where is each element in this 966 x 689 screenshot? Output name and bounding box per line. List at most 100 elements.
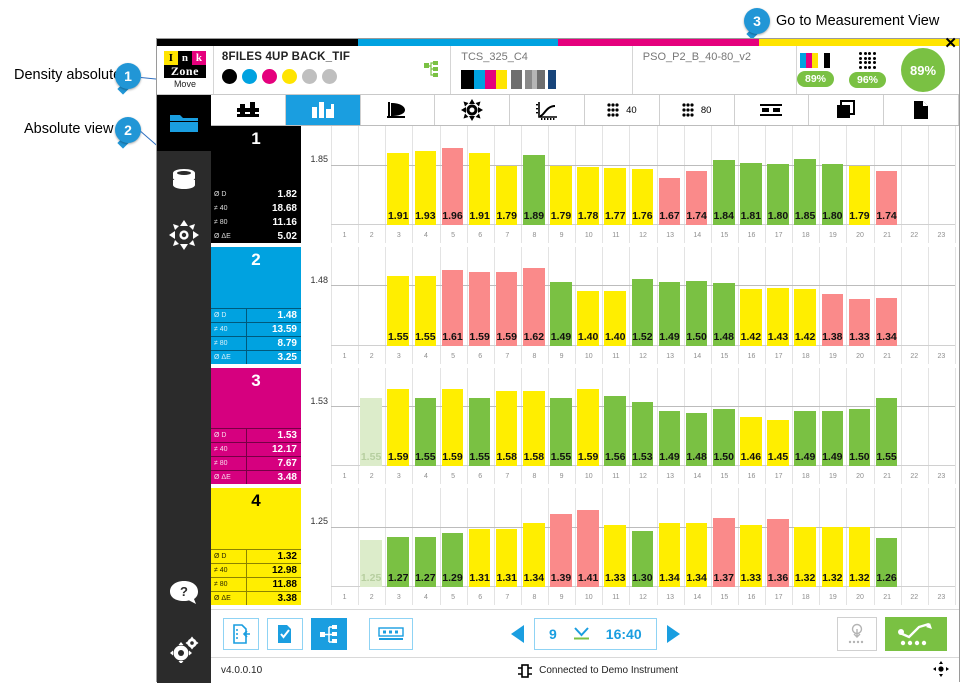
- chart-bar[interactable]: 1.93: [414, 150, 437, 225]
- chart-bar[interactable]: 1.32: [794, 527, 816, 587]
- chart-bar[interactable]: 1.79: [848, 165, 871, 225]
- chart-bar[interactable]: 1.89: [523, 155, 545, 225]
- chart-bar[interactable]: 1.49: [658, 282, 681, 346]
- prev-arrow-icon[interactable]: [511, 624, 524, 643]
- chart-bar[interactable]: 1.48: [713, 283, 735, 346]
- tab-overlay[interactable]: [809, 95, 885, 125]
- chart-bar[interactable]: 1.59: [577, 389, 599, 467]
- chart-bar[interactable]: 1.80: [821, 164, 844, 225]
- chart-bar[interactable]: 1.49: [550, 282, 572, 346]
- chart-bar[interactable]: 1.45: [767, 419, 789, 467]
- chart-bar[interactable]: 1.53: [631, 402, 654, 467]
- chart-bar[interactable]: 1.40: [604, 291, 626, 346]
- chart-bar[interactable]: 1.55: [414, 397, 437, 467]
- channel-panel[interactable]: 3 Ø D 1.53 ≠ 40 12.17 ≠ 80 7.67 Ø ΔE 3.48: [211, 367, 301, 485]
- chart-bar[interactable]: 1.81: [740, 163, 762, 225]
- ink-dot[interactable]: [281, 69, 297, 84]
- kpi-overall-value[interactable]: 89%: [901, 48, 946, 92]
- chart-bar[interactable]: 1.50: [685, 281, 708, 346]
- chart-bar[interactable]: 1.84: [713, 160, 735, 225]
- chart-bar[interactable]: 1.55: [414, 275, 437, 346]
- chart-bar[interactable]: 1.33: [604, 525, 626, 587]
- goto-measurement-button[interactable]: [885, 616, 947, 651]
- ink-dot[interactable]: [221, 69, 237, 84]
- chart-bar[interactable]: 1.48: [685, 413, 708, 467]
- chart-bar[interactable]: 1.79: [550, 165, 572, 225]
- chart-bar[interactable]: 1.32: [848, 527, 871, 587]
- validate-sheet-button[interactable]: [267, 617, 303, 650]
- chart-bar[interactable]: 1.36: [767, 519, 789, 587]
- chart-bar[interactable]: 1.43: [767, 288, 789, 346]
- chart-bar[interactable]: 1.58: [523, 391, 545, 467]
- chart-bar[interactable]: 1.34: [658, 523, 681, 587]
- crosshair-icon[interactable]: [933, 661, 949, 680]
- chart-bar[interactable]: 1.61: [441, 269, 464, 346]
- chart-bar[interactable]: 1.26: [875, 538, 898, 587]
- chart-bar[interactable]: 1.30: [631, 530, 654, 587]
- tab-report[interactable]: [884, 95, 959, 125]
- chart-bar[interactable]: 1.80: [767, 164, 789, 225]
- chart-bar[interactable]: 1.76: [631, 168, 654, 225]
- chart-bar[interactable]: 1.55: [360, 397, 382, 467]
- chart-bar[interactable]: 1.46: [740, 417, 762, 467]
- sheet-time-display[interactable]: 9 16:40: [534, 617, 657, 650]
- tab-balance[interactable]: [734, 95, 810, 125]
- chart-bar[interactable]: 1.55: [468, 397, 491, 467]
- chart-bar[interactable]: 1.34: [875, 297, 898, 346]
- chart-bar[interactable]: 1.52: [631, 278, 654, 346]
- channel-panel[interactable]: 1 Ø D 1.82 ≠ 40 18.68 ≠ 80 11.16 Ø ΔE 5.02: [211, 126, 301, 243]
- chart-bar[interactable]: 1.27: [414, 536, 437, 587]
- chart-bar[interactable]: 1.27: [387, 536, 409, 587]
- chart-bar[interactable]: 1.41: [577, 509, 599, 587]
- chart-bar[interactable]: 1.74: [685, 170, 708, 225]
- job-info[interactable]: 8FILES 4UP BACK_TIF: [213, 46, 452, 94]
- condition-2[interactable]: PSO_P2_B_40-80_v2: [632, 46, 797, 94]
- separation-mode-button[interactable]: [311, 617, 347, 650]
- chart-bar[interactable]: 1.42: [740, 289, 762, 346]
- chart-bar[interactable]: 1.40: [577, 291, 599, 346]
- chart-bar[interactable]: 1.31: [468, 528, 491, 587]
- ink-dot[interactable]: [261, 69, 277, 84]
- chart-bar[interactable]: 1.38: [821, 293, 844, 346]
- sidebar-item-settings[interactable]: [157, 621, 211, 677]
- tab-registration[interactable]: [435, 95, 511, 125]
- next-arrow-icon[interactable]: [666, 624, 680, 643]
- kpi-dotgain[interactable]: 96%: [849, 52, 887, 88]
- separation-icon[interactable]: [423, 61, 440, 83]
- chart-bar[interactable]: 1.39: [550, 513, 572, 587]
- chart-bar[interactable]: 1.37: [713, 517, 735, 587]
- chart-bar[interactable]: 1.85: [794, 159, 816, 225]
- sidebar-item-target[interactable]: [157, 207, 211, 263]
- chart-bar[interactable]: 1.79: [495, 165, 518, 225]
- chart-bar[interactable]: 1.49: [794, 410, 816, 467]
- chart-bar[interactable]: 1.55: [387, 275, 409, 346]
- chart-bar[interactable]: 1.55: [550, 397, 572, 467]
- chart-bar[interactable]: 1.59: [387, 389, 409, 467]
- channel-panel[interactable]: 4 Ø D 1.32 ≠ 40 12.98 ≠ 80 11.88 Ø ΔE 3.38: [211, 488, 301, 605]
- chart-bar[interactable]: 1.67: [658, 178, 681, 225]
- chart-bar[interactable]: 1.62: [523, 268, 545, 346]
- chart-bar[interactable]: 1.59: [495, 271, 518, 346]
- chart-bar[interactable]: 1.55: [875, 397, 898, 467]
- chart-bar[interactable]: 1.49: [658, 410, 681, 467]
- channel-panel[interactable]: 2 Ø D 1.48 ≠ 40 13.59 ≠ 80 8.79 Ø ΔE 3.25: [211, 246, 301, 364]
- tab-halftone-80[interactable]: 80: [659, 95, 735, 125]
- chart-bar[interactable]: 1.77: [604, 167, 626, 225]
- chart-bar[interactable]: 1.96: [441, 147, 464, 225]
- chart-bar[interactable]: 1.42: [794, 289, 816, 346]
- chart-bar[interactable]: 1.31: [495, 528, 518, 587]
- chart-bar[interactable]: 1.33: [848, 298, 871, 346]
- ink-dot[interactable]: [301, 69, 317, 84]
- chart-bar[interactable]: 1.56: [604, 395, 626, 467]
- sidebar-item-database[interactable]: [157, 151, 211, 207]
- chart-bar[interactable]: 1.34: [685, 523, 708, 587]
- chart-bar[interactable]: 1.25: [360, 540, 382, 587]
- measure-lamp-button[interactable]: [837, 616, 877, 651]
- close-icon[interactable]: ✕: [944, 36, 957, 51]
- chart-bar[interactable]: 1.50: [713, 408, 735, 467]
- chart-bar[interactable]: 1.59: [441, 389, 464, 467]
- tab-tone-curve[interactable]: [510, 95, 585, 125]
- sidebar-item-folder[interactable]: [157, 95, 211, 151]
- tab-ink-zone-profile[interactable]: [360, 95, 436, 125]
- chart-bar[interactable]: 1.74: [875, 170, 898, 225]
